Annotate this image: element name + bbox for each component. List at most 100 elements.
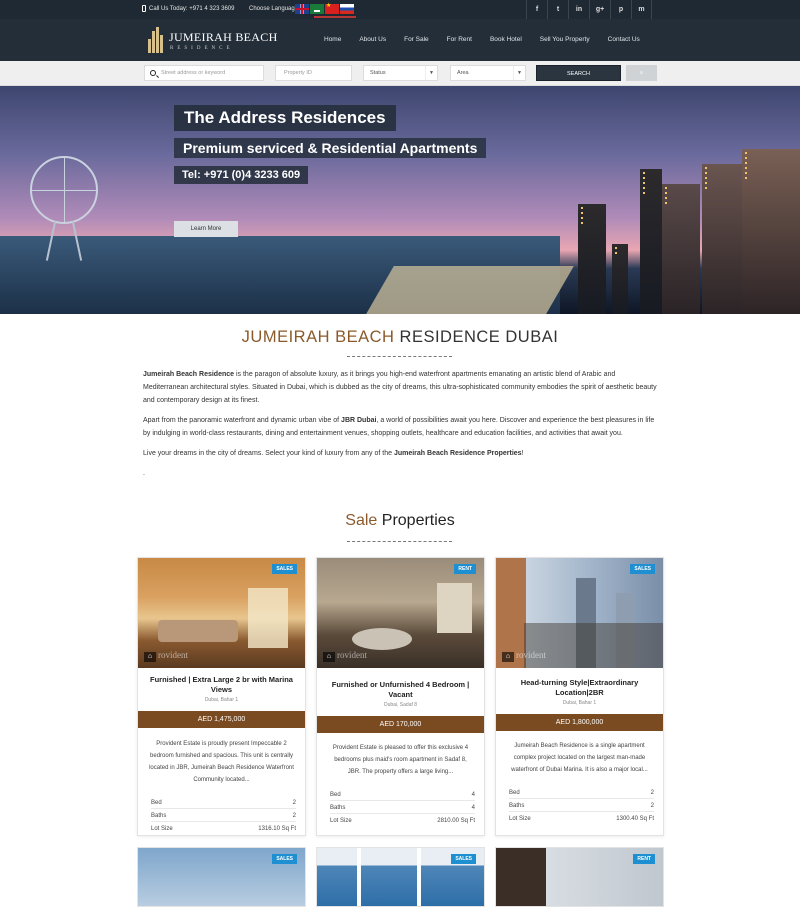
status-badge: SALES: [451, 854, 476, 864]
hero-phone: Tel: +971 (0)4 3233 609: [174, 166, 309, 184]
spec-bed: Bed 2: [509, 788, 654, 799]
property-location: Dubai, Bahar 1: [204, 697, 239, 703]
property-title[interactable]: Furnished | Extra Large 2 br with Marina…: [146, 675, 297, 695]
skyline-building: [640, 169, 662, 314]
learn-more-button[interactable]: Learn More: [174, 221, 238, 237]
watermark: rovident: [337, 650, 367, 660]
property-title[interactable]: Furnished or Unfurnished 4 Bedroom | Vac…: [325, 680, 476, 700]
window-frame: [417, 848, 421, 906]
ferris-wheel-image: [30, 156, 98, 224]
flag-chinese-icon[interactable]: [325, 2, 339, 14]
nav-contact-us[interactable]: Contact Us: [608, 36, 640, 43]
spec-bed: Bed 2: [151, 798, 296, 809]
spec-baths: Baths 2: [509, 801, 654, 812]
hero-shore: [366, 266, 574, 314]
property-card[interactable]: RENT: [495, 847, 664, 907]
property-card[interactable]: SALES ⌂ rovident Head-turning Style|Extr…: [495, 557, 664, 836]
property-id-input[interactable]: Property ID: [275, 65, 352, 81]
intro-text: Jumeirah Beach Residence is the paragon …: [143, 368, 658, 487]
logo-subtitle: RESIDENCE: [170, 46, 234, 51]
skyline-building: [742, 149, 800, 314]
property-card[interactable]: SALES: [316, 847, 485, 907]
property-card[interactable]: SALES ⌂ rovident Furnished | Extra Large…: [137, 557, 306, 836]
nav-book-hotel[interactable]: Book Hotel: [490, 36, 522, 43]
search-button[interactable]: SEARCH: [536, 65, 621, 81]
property-card[interactable]: SALES: [137, 847, 306, 907]
door-shape: [437, 583, 472, 633]
window-frame: [357, 848, 361, 906]
flag-english-icon[interactable]: [295, 4, 309, 14]
advanced-search-button[interactable]: ≡: [626, 65, 657, 81]
section-divider: [347, 541, 452, 542]
property-location: Dubai, Bahar 1: [562, 700, 597, 706]
status-value: Status: [370, 70, 386, 76]
property-photo[interactable]: SALES ⌂ rovident: [496, 558, 663, 668]
google-plus-icon[interactable]: g+: [589, 0, 610, 19]
hero-banner: The Address Residences Premium serviced …: [0, 86, 800, 314]
flag-arabic-icon[interactable]: [310, 4, 324, 14]
property-price: AED 1,475,000: [138, 711, 305, 728]
nav-for-rent[interactable]: For Rent: [447, 36, 472, 43]
top-bar: Call Us Today: +971 4 323 3609 Choose La…: [0, 0, 800, 19]
spec-baths: Baths 2: [151, 811, 296, 822]
property-title[interactable]: Head-turning Style|Extraordinary Locatio…: [504, 678, 655, 698]
spec-lot-size: Lot Size 1300.40 Sq Ft: [509, 816, 654, 822]
home-icon: ⌂: [502, 652, 514, 662]
spec-lot-size: Lot Size 2810.00 Sq Ft: [330, 818, 475, 824]
nav-about-us[interactable]: About Us: [359, 36, 386, 43]
intro-paragraph: Apart from the panoramic waterfront and …: [143, 417, 655, 437]
phone-icon: [142, 5, 146, 12]
linkedin-icon[interactable]: in: [568, 0, 589, 19]
pinterest-icon[interactable]: p: [610, 0, 631, 19]
property-price: AED 170,000: [317, 716, 484, 733]
chevron-down-icon: ▼: [513, 66, 525, 80]
home-icon: ⌂: [323, 652, 335, 662]
facebook-icon[interactable]: f: [526, 0, 547, 19]
search-icon: [150, 70, 156, 76]
logo-mark-icon: [148, 27, 164, 53]
messenger-icon[interactable]: m: [631, 0, 652, 19]
watermark: rovident: [516, 650, 546, 660]
flag-russian-icon[interactable]: [340, 4, 354, 14]
property-price: AED 1,800,000: [496, 714, 663, 731]
main-nav: JUMEIRAH BEACH RESIDENCE Home About Us F…: [0, 19, 800, 61]
language-underline: [314, 16, 356, 18]
spec-bed: Bed 4: [330, 790, 475, 801]
skyline-building: [578, 204, 606, 314]
language-switcher: [295, 2, 354, 14]
skyline-building: [662, 184, 700, 314]
skyline-building: [702, 164, 742, 314]
area-value: Area: [457, 70, 469, 76]
phone-info: Call Us Today: +971 4 323 3609: [142, 5, 235, 12]
address-search-input[interactable]: Street address or keyword: [144, 65, 264, 81]
status-badge: RENT: [454, 564, 476, 574]
status-badge: RENT: [633, 854, 655, 864]
property-photo[interactable]: RENT ⌂ rovident: [317, 558, 484, 668]
intro-paragraph: Live your dreams in the city of dreams. …: [143, 450, 524, 457]
status-badge: SALES: [630, 564, 655, 574]
heading-divider: [347, 356, 452, 357]
property-card[interactable]: RENT ⌂ rovident Furnished or Unfurnished…: [316, 557, 485, 836]
nav-for-sale[interactable]: For Sale: [404, 36, 429, 43]
property-photo[interactable]: SALES ⌂ rovident: [138, 558, 305, 668]
rug-shape: [352, 628, 412, 650]
twitter-icon[interactable]: t: [547, 0, 568, 19]
sale-properties-heading: Sale Properties: [345, 512, 455, 529]
nav-sell-property[interactable]: Sell You Property: [540, 36, 590, 43]
nav-menu: Home About Us For Sale For Rent Book Hot…: [324, 36, 658, 43]
window-shape: [248, 588, 288, 648]
status-select[interactable]: Status ▼: [363, 65, 438, 81]
language-label: Choose Language:: [249, 6, 300, 12]
site-logo[interactable]: JUMEIRAH BEACH RESIDENCE: [148, 25, 277, 57]
area-select[interactable]: Area ▼: [450, 65, 526, 81]
search-bar: Street address or keyword Property ID St…: [0, 61, 800, 86]
hero-subtitle: Premium serviced & Residential Apartment…: [174, 138, 487, 158]
phone-text: Call Us Today: +971 4 323 3609: [149, 6, 235, 12]
home-icon: ⌂: [144, 652, 156, 662]
logo-title: JUMEIRAH BEACH: [169, 30, 278, 44]
nav-home[interactable]: Home: [324, 36, 341, 43]
address-placeholder: Street address or keyword: [161, 70, 226, 76]
intro-paragraph: Jumeirah Beach Residence is the paragon …: [143, 371, 657, 404]
status-badge: SALES: [272, 854, 297, 864]
intro-heading-rest: RESIDENCE DUBAI: [394, 328, 559, 346]
